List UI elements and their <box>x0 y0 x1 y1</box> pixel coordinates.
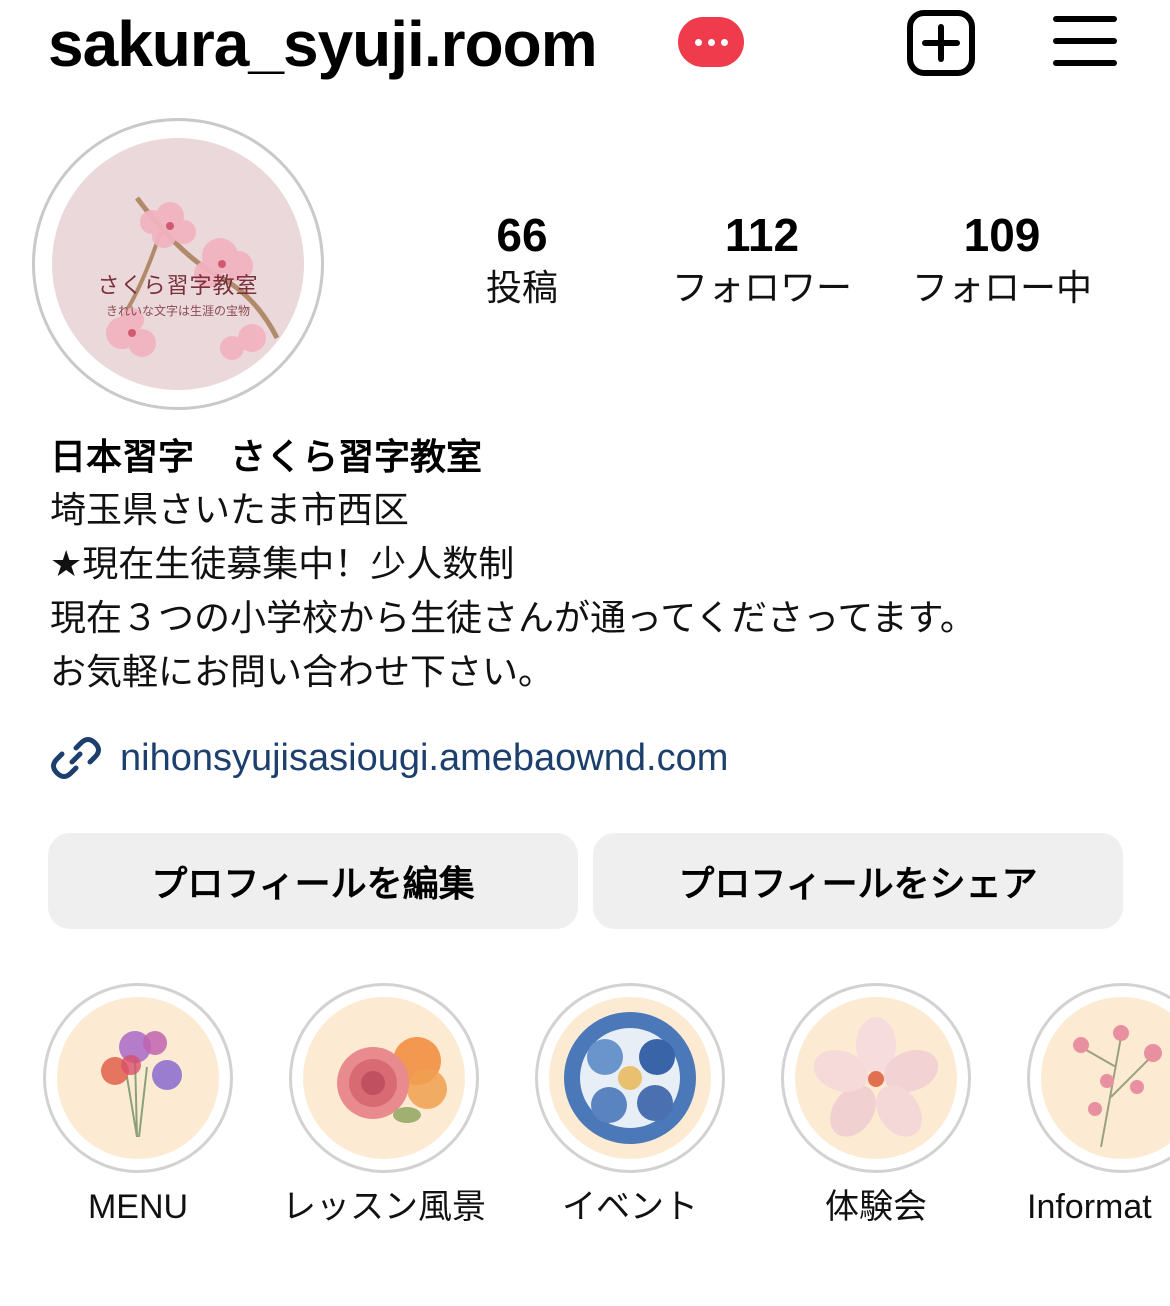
posts-count: 66 <box>496 209 548 261</box>
profile-link[interactable]: nihonsyujisasiougi.amebaownd.com <box>50 730 728 786</box>
stat-posts[interactable]: 66 投稿 <box>452 206 592 314</box>
followers-label: フォロワー <box>671 268 852 309</box>
more-dots-icon <box>678 17 744 67</box>
highlight-label: 体験会 <box>825 1187 927 1227</box>
cherry-blossom-logo-icon <box>106 196 280 360</box>
rose-flower-icon <box>337 1037 447 1123</box>
highlight-cover <box>795 997 957 1159</box>
plus-square-icon <box>907 10 975 76</box>
avatar-logo-title: さくら習字教室 <box>97 274 259 299</box>
stat-followers[interactable]: 112 フォロワー <box>660 206 864 314</box>
sweet-pea-flower-icon <box>101 1031 182 1138</box>
stat-following[interactable]: 109 フォロー中 <box>900 206 1104 314</box>
notification-badge[interactable] <box>678 17 744 67</box>
profile-name: 日本習字 さくら習字教室 <box>50 437 483 478</box>
hamburger-menu-icon <box>1053 16 1117 66</box>
highlight-information[interactable]: Informat <box>1027 983 1170 1226</box>
following-label: フォロー中 <box>911 268 1092 309</box>
bio-line: お気軽にお問い合わせ下さい。 <box>50 652 555 693</box>
create-post-button[interactable] <box>906 9 976 77</box>
profile-bio: 日本習字 さくら習字教室 埼玉県さいたま市西区 ★現在生徒募集中！少人数制 現在… <box>50 432 1140 700</box>
highlight-label: MENU <box>87 1188 189 1226</box>
share-profile-button[interactable]: プロフィールをシェア <box>593 833 1123 929</box>
highlight-label: Informat <box>1027 1188 1152 1226</box>
bio-line: 現在３つの小学校から生徒さんが通ってくださってます。 <box>50 598 976 639</box>
highlight-ring <box>43 983 233 1173</box>
following-count: 109 <box>963 209 1041 261</box>
highlight-ring <box>535 983 725 1173</box>
highlight-cover <box>549 997 711 1159</box>
profile-header: sakura_syuji.room <box>0 0 1170 96</box>
highlight-event[interactable]: イベント <box>535 983 725 1227</box>
profile-link-text[interactable]: nihonsyujisasiougi.amebaownd.com <box>120 737 728 780</box>
highlight-label: レッスン風景 <box>282 1187 486 1227</box>
username[interactable]: sakura_syuji.room <box>48 4 598 84</box>
highlight-label: イベント <box>562 1187 698 1227</box>
menu-button[interactable] <box>1052 14 1118 68</box>
posts-label: 投稿 <box>485 268 558 309</box>
avatar-logo-subtitle: きれいな文字は生涯の宝物 <box>105 304 250 318</box>
highlight-cover <box>57 997 219 1159</box>
highlight-lesson[interactable]: レッスン風景 <box>282 983 486 1227</box>
cherry-blossom-flower-icon <box>813 1017 939 1137</box>
highlight-cover <box>303 997 465 1159</box>
highlight-ring <box>289 983 479 1173</box>
highlight-menu[interactable]: MENU <box>43 983 233 1226</box>
profile-avatar-ring[interactable]: さくら習字教室 きれいな文字は生涯の宝物 <box>32 118 324 410</box>
edit-profile-button[interactable]: プロフィールを編集 <box>48 833 578 929</box>
highlight-cover <box>1041 997 1170 1159</box>
bio-line: 埼玉県さいたま市西区 <box>50 490 409 531</box>
link-icon <box>51 737 101 779</box>
bio-line: ★現在生徒募集中！少人数制 <box>50 544 515 585</box>
followers-count: 112 <box>724 209 800 261</box>
blue-peony-flower-icon <box>564 1012 696 1144</box>
avatar: さくら習字教室 きれいな文字は生涯の宝物 <box>52 138 304 390</box>
highlight-trial[interactable]: 体験会 <box>781 983 971 1227</box>
highlight-ring <box>781 983 971 1173</box>
cherry-branch-icon <box>1073 1025 1162 1148</box>
highlight-ring <box>1027 983 1170 1173</box>
